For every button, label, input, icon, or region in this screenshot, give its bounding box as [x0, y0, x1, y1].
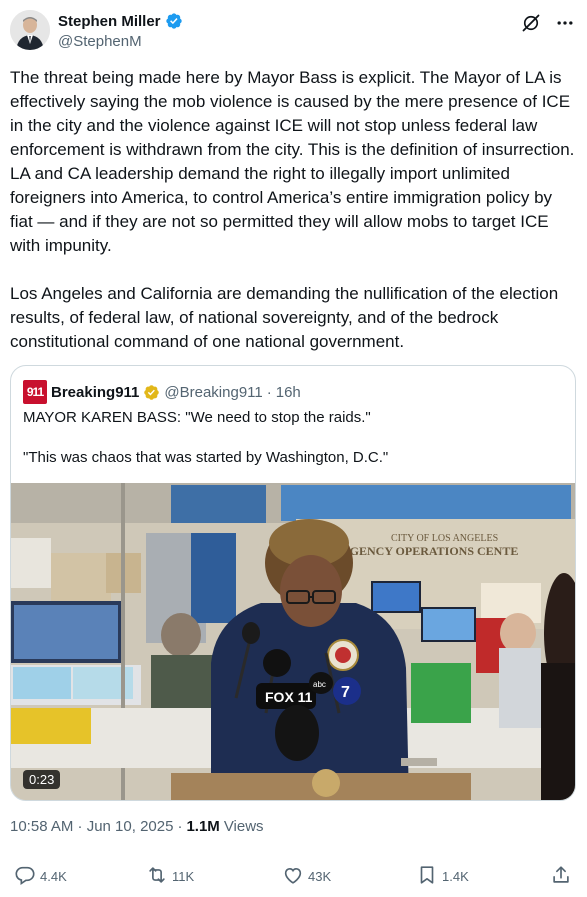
- quoted-timestamp[interactable]: 16h: [276, 384, 301, 401]
- author-handle[interactable]: @StephenM: [58, 33, 183, 50]
- video-duration: 0:23: [23, 770, 61, 789]
- wall-sign-line2: RGENCY OPERATIONS CENTE: [341, 544, 518, 558]
- grok-icon[interactable]: [521, 13, 541, 33]
- verified-gold-badge-icon: [143, 384, 160, 401]
- bookmark-icon: [416, 864, 438, 889]
- bookmark-count: 1.4K: [442, 869, 469, 884]
- video-frame: CITY OF LOS ANGELES RGENCY OPERATIONS CE…: [11, 483, 575, 800]
- quoted-author-name[interactable]: Breaking911: [51, 384, 139, 401]
- wall-sign-line1: CITY OF LOS ANGELES: [391, 533, 498, 544]
- quoted-text-line: "This was chaos that was started by Wash…: [23, 449, 389, 466]
- action-bar: 4.4K 11K 43K 1.4K: [10, 864, 577, 894]
- separator-dot: ·: [177, 818, 183, 835]
- avatar[interactable]: [10, 10, 50, 50]
- tweet-header: Stephen Miller @StephenM: [10, 10, 577, 54]
- mic-fox11-flag: FOX 11: [265, 689, 313, 705]
- quoted-video[interactable]: CITY OF LOS ANGELES RGENCY OPERATIONS CE…: [11, 483, 575, 800]
- quoted-tweet-header: 911 Breaking911 @Breaking911 · 16h: [23, 380, 301, 404]
- repost-icon: [146, 864, 168, 889]
- reply-button[interactable]: 4.4K: [14, 864, 67, 889]
- repost-button[interactable]: 11K: [146, 864, 194, 889]
- views-count: 1.1M: [186, 818, 220, 835]
- verified-badge-icon: [165, 12, 183, 30]
- reply-count: 4.4K: [40, 869, 67, 884]
- mic-abc-flag: abc: [313, 680, 326, 689]
- breaking911-logo: 911: [23, 380, 47, 404]
- quoted-tweet-text: MAYOR KAREN BASS: "We need to stop the r…: [23, 408, 563, 468]
- quoted-tweet[interactable]: 911 Breaking911 @Breaking911 · 16h MAYOR…: [10, 365, 576, 801]
- bookmark-button[interactable]: 1.4K: [416, 864, 469, 889]
- quoted-text-line: MAYOR KAREN BASS: "We need to stop the r…: [23, 409, 371, 426]
- author-block: Stephen Miller @StephenM: [58, 12, 183, 50]
- views-label: Views: [223, 818, 264, 835]
- tweet-meta: 10:58 AM · Jun 10, 2025 · 1.1M Views: [10, 818, 264, 835]
- quoted-author-handle[interactable]: @Breaking911: [164, 384, 262, 401]
- more-icon[interactable]: [555, 13, 575, 33]
- like-button[interactable]: 43K: [282, 864, 331, 889]
- reply-icon: [14, 864, 36, 889]
- tweet-text: The threat being made here by Mayor Bass…: [10, 68, 575, 351]
- like-icon: [282, 864, 304, 889]
- share-button[interactable]: [550, 864, 572, 889]
- share-icon: [550, 864, 572, 889]
- author-name[interactable]: Stephen Miller: [58, 13, 161, 30]
- tweet-timestamp[interactable]: 10:58 AM · Jun 10, 2025: [10, 818, 173, 835]
- repost-count: 11K: [172, 869, 195, 884]
- mic-abc7-flag: 7: [341, 684, 350, 701]
- separator-dot: ·: [266, 383, 272, 401]
- like-count: 43K: [308, 869, 332, 884]
